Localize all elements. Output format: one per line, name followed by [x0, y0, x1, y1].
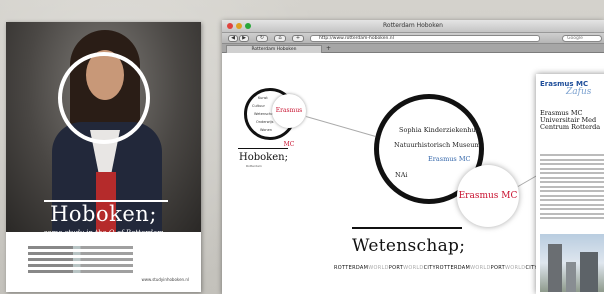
forward-button[interactable]: ▶ — [239, 35, 249, 42]
home-button[interactable]: ⌂ — [274, 35, 286, 42]
search-field[interactable]: Google — [562, 35, 602, 42]
city-word: PORT — [490, 265, 505, 271]
ring-label-sophia[interactable]: Sophia Kinderziekenhuis — [399, 126, 481, 134]
hoboken-poster: Hoboken; come study in the O of Rotterda… — [6, 22, 201, 292]
address-bar[interactable]: http://www.rotterdam-hoboken.nl — [310, 35, 540, 42]
city-word: ROTTERDAM — [334, 265, 369, 271]
mini-subtitle: Rotterdam — [246, 164, 262, 168]
city-word: CITY — [423, 265, 436, 271]
ring-label-erasmus[interactable]: Erasmus MC — [428, 155, 470, 163]
poster-info-block — [28, 246, 178, 276]
section-title: Wetenschap; — [352, 236, 466, 256]
section-title-rule — [352, 227, 462, 229]
city-word: PORT — [388, 265, 404, 271]
city-word: WORLD — [368, 265, 389, 271]
tab-bar: Rotterdam Hoboken + — [222, 44, 604, 53]
card-building-photo — [540, 234, 604, 292]
ring-label-nai[interactable]: NAi — [395, 171, 407, 179]
browser-toolbar: ◀ ▶ ↻ ⌂ + http://www.rotterdam-hoboken.n… — [222, 33, 604, 44]
mini-zoom-bubble[interactable]: Erasmus MC — [272, 94, 306, 148]
tab-rotterdam-hoboken[interactable]: Rotterdam Hoboken — [226, 45, 322, 53]
mini-map-word[interactable]: Wonen — [260, 128, 272, 132]
ring-label-museum[interactable]: Natuurhistorisch Museum — [394, 141, 481, 149]
reload-button[interactable]: ↻ — [256, 35, 268, 42]
city-word: ROTTERDAM — [435, 265, 471, 271]
back-button[interactable]: ◀ — [228, 35, 238, 42]
web-page-content: Kunst Cultuur Wetenschap Onderwijs Wonen… — [222, 54, 604, 294]
poster-website: www.studyinhoboken.nl — [141, 277, 189, 282]
mini-title-rule — [238, 148, 288, 149]
poster-subtitle: come study in the O of Rotterdam — [43, 229, 164, 237]
mini-map-word[interactable]: Onderwijs — [256, 120, 273, 124]
card-heading: Erasmus MC Universitair Med Centrum Rott… — [540, 109, 601, 131]
card-body-text — [540, 154, 604, 222]
erasmus-info-card[interactable]: Erasmus MC Zafus Erasmus MC Universitair… — [536, 74, 604, 294]
erasmus-logo-script: Zafus — [566, 87, 592, 97]
city-tagline: ROTTERDAMWORLDPORTWORLDCITYROTTERDAMWORL… — [334, 265, 538, 271]
add-bookmark-button[interactable]: + — [292, 35, 304, 42]
mini-map-word[interactable]: Kunst — [258, 96, 268, 100]
mini-title[interactable]: Hoboken; — [239, 152, 288, 163]
browser-window: Rotterdam Hoboken ◀ ▶ ↻ ⌂ + http://www.r… — [222, 20, 604, 294]
window-titlebar: Rotterdam Hoboken — [222, 20, 604, 33]
erasmus-zoom-bubble[interactable]: Erasmus MC — [457, 165, 519, 227]
mini-map-word[interactable]: Cultuur — [252, 104, 265, 108]
poster-ring — [58, 52, 150, 144]
new-tab-button[interactable]: + — [326, 45, 331, 52]
window-title: Rotterdam Hoboken — [383, 22, 443, 29]
city-word: WORLD — [470, 265, 491, 271]
city-word: WORLD — [504, 265, 526, 271]
connector-line — [305, 116, 376, 137]
city-word: WORLD — [403, 265, 424, 271]
poster-title: Hoboken; — [50, 202, 157, 226]
